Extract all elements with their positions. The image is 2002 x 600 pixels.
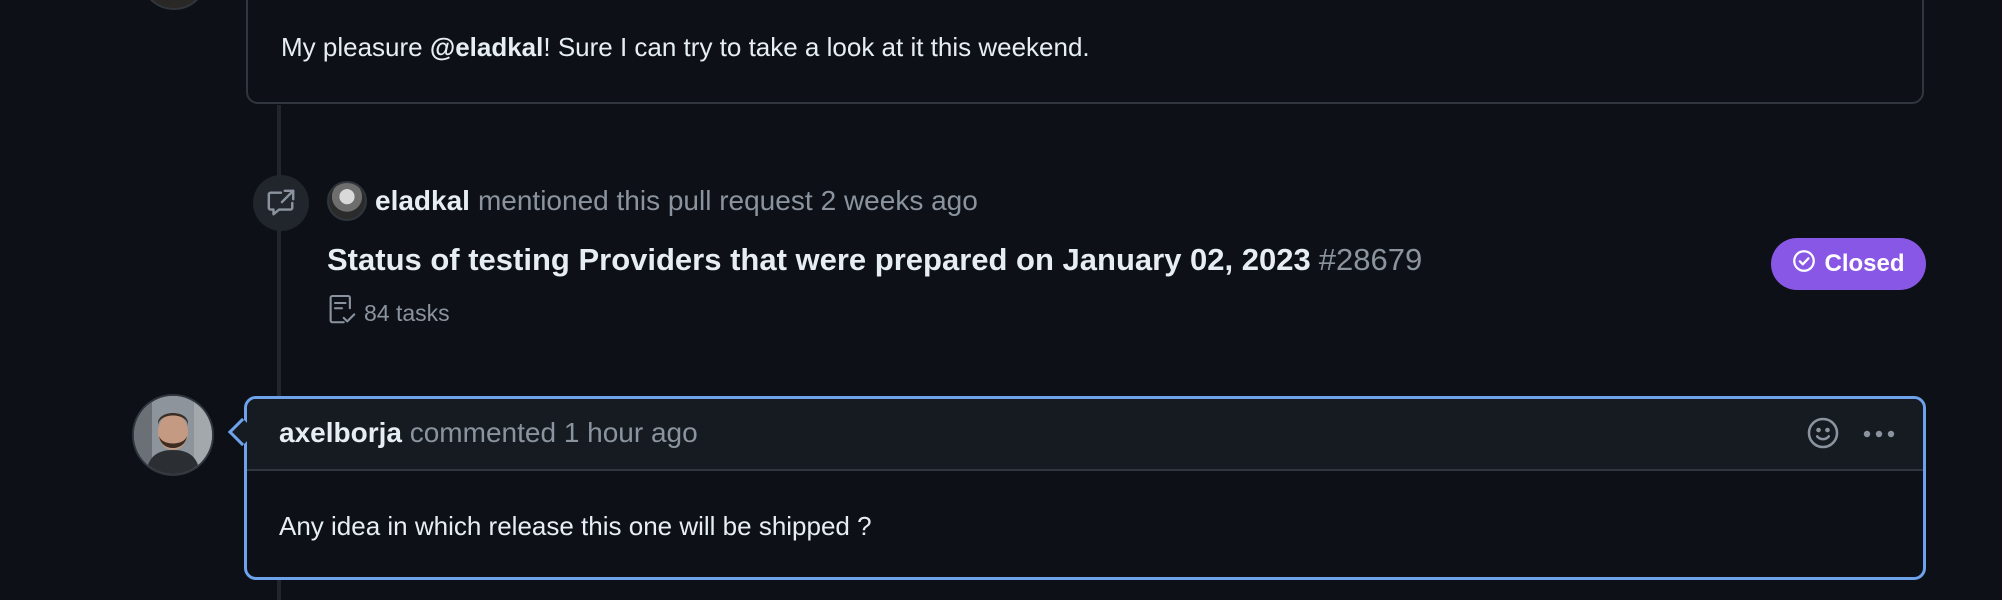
tasks-label: 84 tasks	[364, 299, 450, 326]
comment-text: ! Sure I can try to take a look at it th…	[543, 32, 1090, 62]
comment-action: commented	[409, 417, 557, 448]
state-badge: Closed	[1771, 238, 1926, 290]
event-action: mentioned this pull request	[477, 185, 813, 216]
issue-title-link[interactable]: Status of testing Providers that were pr…	[327, 242, 1311, 277]
state-label: Closed	[1824, 250, 1905, 277]
tasks-count: 84 tasks	[328, 294, 450, 332]
referenced-issue-title[interactable]: Status of testing Providers that were pr…	[327, 242, 1422, 278]
comment-body: Any idea in which release this one will …	[279, 511, 872, 541]
comment-timestamp[interactable]: 1 hour ago	[564, 417, 698, 448]
comment-meta: axelborja commented 1 hour ago	[279, 417, 698, 449]
kebab-horizontal-icon	[1862, 426, 1896, 444]
avatar[interactable]	[140, 0, 208, 10]
comment-card: axelborja commented 1 hour ago Any idea …	[244, 396, 1926, 580]
comment-options-button[interactable]	[1859, 415, 1899, 455]
issue-number[interactable]: #28679	[1319, 242, 1422, 277]
checklist-icon	[328, 294, 364, 332]
previous-comment-card: My pleasure @eladkal! Sure I can try to …	[246, 0, 1924, 104]
smiley-icon	[1806, 416, 1840, 455]
pr-timeline: My pleasure @eladkal! Sure I can try to …	[0, 0, 2002, 600]
author-link[interactable]: axelborja	[279, 417, 402, 448]
issue-closed-icon	[1792, 249, 1824, 280]
user-mention-link[interactable]: @eladkal	[430, 32, 544, 62]
cross-reference-header: eladkal mentioned this pull request 2 we…	[327, 180, 978, 222]
event-timestamp[interactable]: 2 weeks ago	[821, 185, 978, 217]
author-link[interactable]: eladkal	[375, 185, 470, 217]
avatar[interactable]	[132, 394, 214, 476]
avatar[interactable]	[327, 181, 367, 221]
cross-reference-icon	[253, 175, 309, 231]
comment-header: axelborja commented 1 hour ago	[247, 399, 1923, 471]
add-reaction-button[interactable]	[1803, 415, 1843, 455]
comment-text: My pleasure	[281, 32, 430, 62]
previous-comment-body: My pleasure @eladkal! Sure I can try to …	[281, 32, 1090, 63]
